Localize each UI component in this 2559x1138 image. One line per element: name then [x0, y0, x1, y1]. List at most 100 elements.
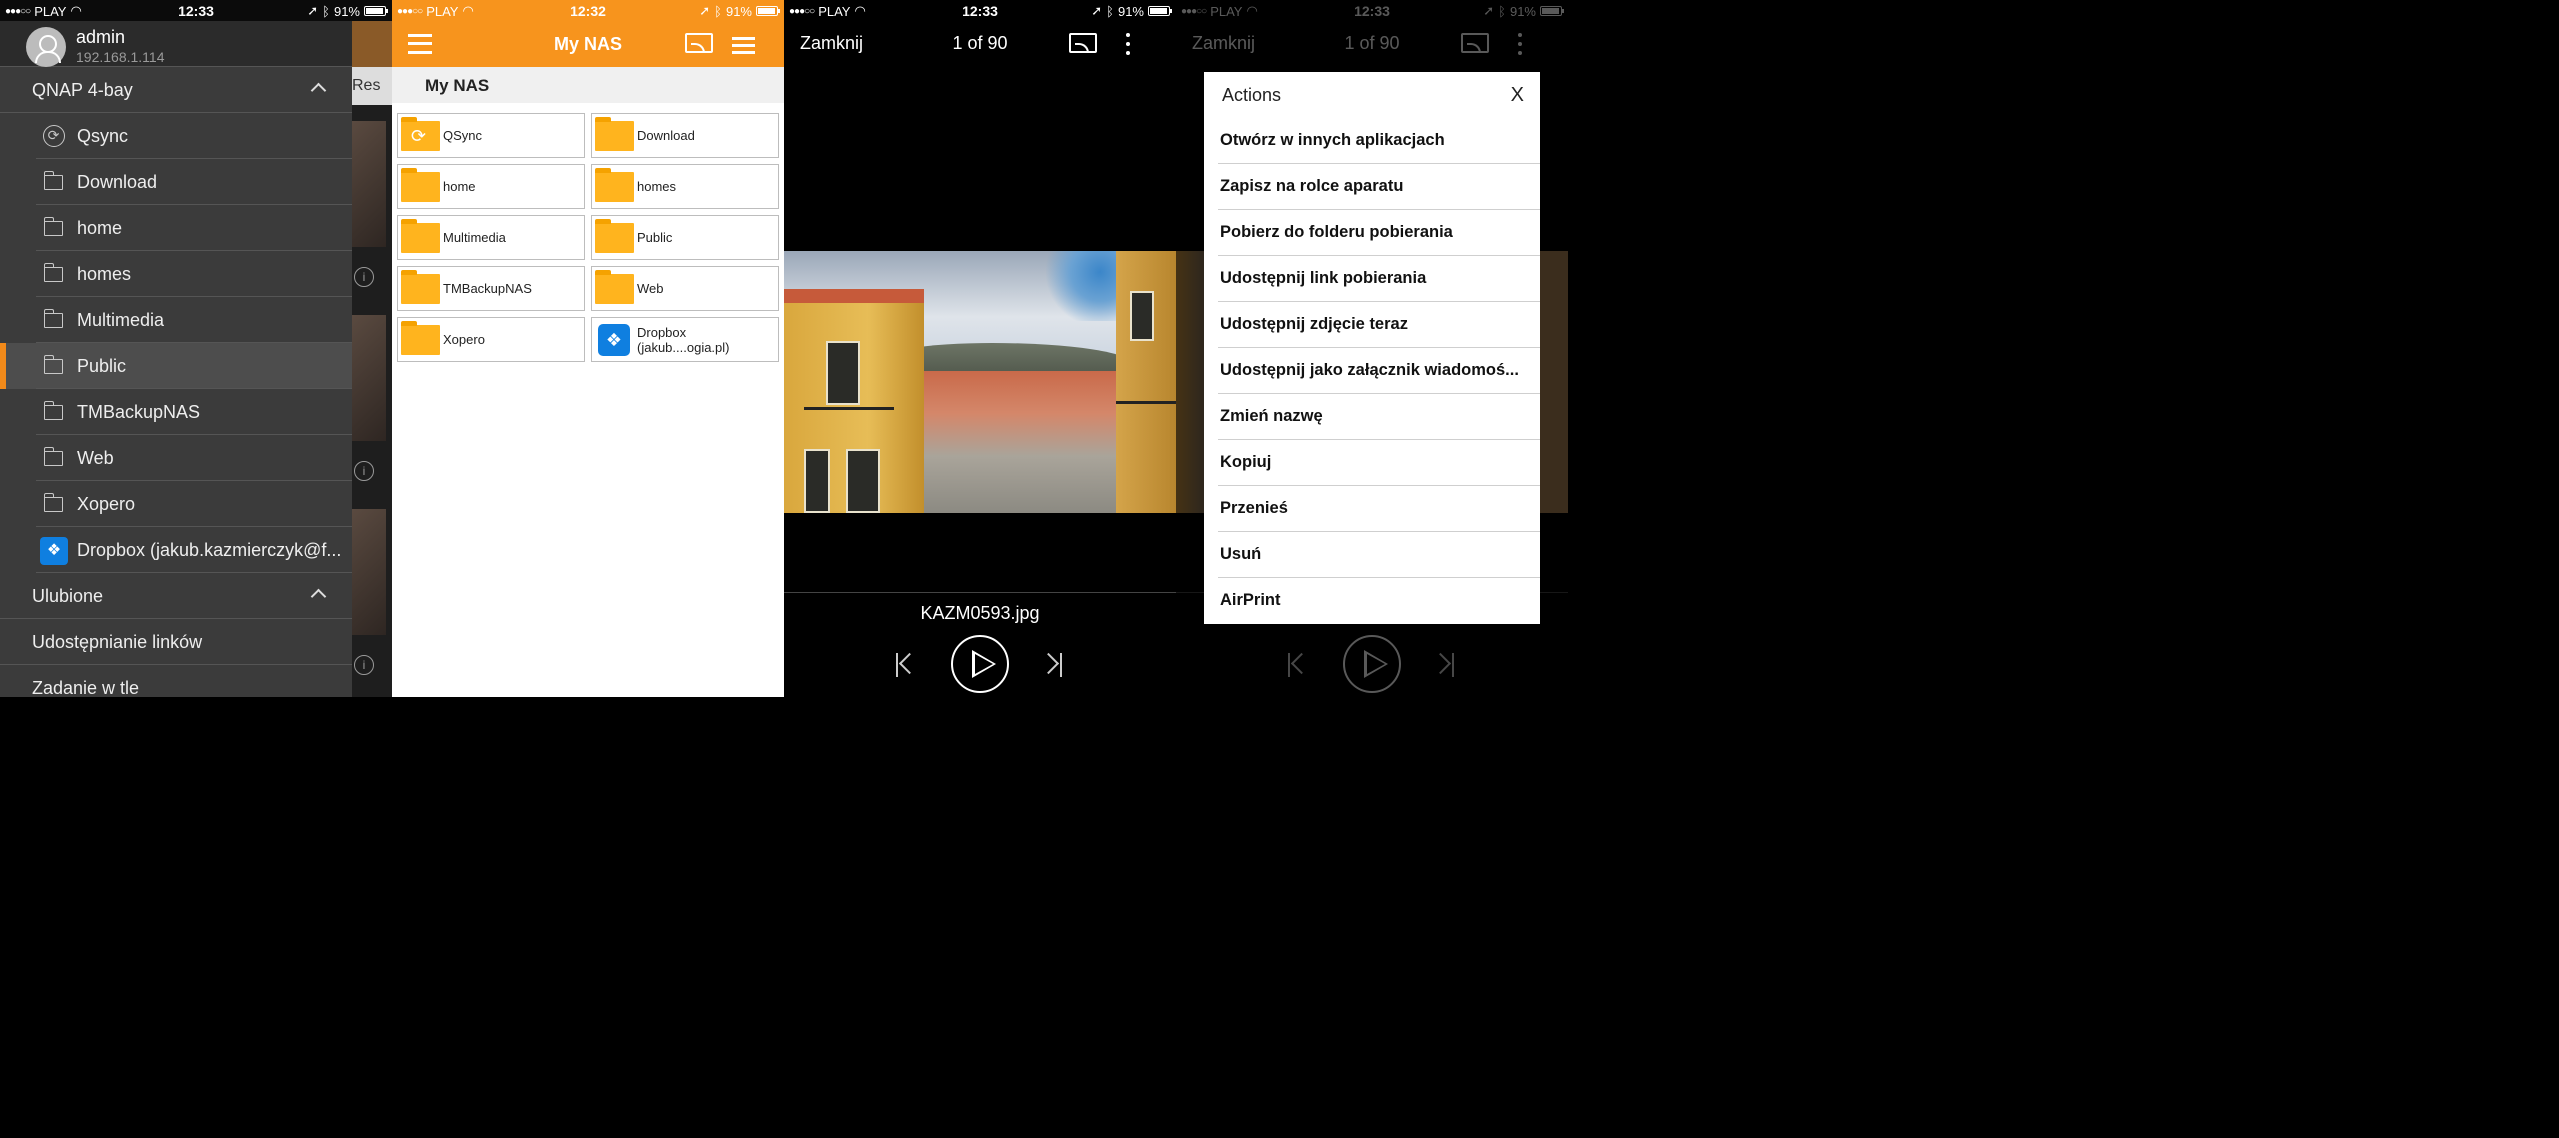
play-icon: [1364, 650, 1388, 678]
section-favorites-label: Ulubione: [32, 586, 104, 606]
background-thumb: [352, 315, 386, 441]
drawer-item-label: Multimedia: [77, 310, 165, 330]
folder-label: QSync: [443, 128, 483, 143]
folder-tile-download[interactable]: Download: [591, 113, 779, 158]
drawer-item-public[interactable]: Public: [0, 343, 352, 389]
folder-tile-web[interactable]: Web: [591, 266, 779, 311]
section-favorites[interactable]: Ulubione: [0, 573, 352, 619]
status-bar: ●●●○○ PLAY ◠ 12:32 ➚ ᛒ 91%: [392, 0, 784, 21]
folder-tile-home[interactable]: home: [397, 164, 585, 209]
folder-icon: [43, 263, 63, 282]
drawer-item-web[interactable]: Web: [0, 435, 352, 481]
previous-icon[interactable]: [896, 653, 916, 677]
nav-bar: My NAS: [392, 21, 784, 67]
folder-icon: [401, 270, 440, 304]
battery-icon: [1540, 6, 1564, 16]
drawer-item-label: Zadanie w tle: [32, 678, 140, 697]
actions-screen: ●●●○○ PLAY ◠ 12:33 ➚ ᛒ 91% Zamknij 1 of 90 A…: [1176, 0, 1568, 697]
play-icon: [972, 650, 996, 678]
drawer-item-qsync[interactable]: Qsync: [0, 113, 352, 159]
action-label: AirPrint: [1220, 591, 1281, 609]
folder-grid: ⟳ QSync Download home homes Multimedia Pu…: [397, 113, 779, 362]
action-label: Otwórz w innych aplikacjach: [1220, 131, 1445, 149]
battery-icon: [364, 6, 388, 16]
action-label: Zmień nazwę: [1220, 407, 1323, 425]
folder-tile-dropbox[interactable]: ❖ Dropbox (jakub....ogia.pl): [591, 317, 779, 362]
user-header[interactable]: admin 192.168.1.114: [0, 21, 352, 67]
action-label: Przenieś: [1220, 499, 1288, 517]
drawer-item-homes[interactable]: homes: [0, 251, 352, 297]
photo-counter: 1 of 90: [1344, 33, 1400, 53]
folder-icon: [43, 309, 63, 328]
info-icon: i: [354, 655, 374, 675]
folder-label: home: [443, 179, 476, 194]
cast-icon[interactable]: [1069, 33, 1097, 53]
list-view-icon[interactable]: [732, 37, 755, 54]
action-share-photo[interactable]: Udostępnij zdjęcie teraz: [1204, 302, 1540, 348]
background-content[interactable]: Res i i i: [352, 21, 392, 697]
nav-drawer: admin 192.168.1.114 QNAP 4-bay Qsync Dow…: [0, 21, 352, 697]
action-label: Udostępnij jako załącznik wiadomoś...: [1220, 361, 1519, 379]
viewer-screen: ●●●○○ PLAY ◠ 12:33 ➚ ᛒ 91% Zamknij 1 of 90 K…: [784, 0, 1176, 697]
photo-counter: 1 of 90: [952, 33, 1008, 53]
action-open-in[interactable]: Otwórz w innych aplikacjach: [1204, 118, 1540, 164]
folder-label: Web: [637, 281, 664, 296]
drawer-item-link-sharing[interactable]: Udostępnianie linków: [0, 619, 352, 665]
drawer-item-label: Qsync: [77, 126, 129, 146]
status-bar: ●●●○○ PLAY ◠ 12:33 ➚ ᛒ 91%: [784, 0, 1176, 21]
folder-tile-tmbackupnas[interactable]: TMBackupNAS: [397, 266, 585, 311]
folder-icon: [595, 117, 634, 151]
action-airprint[interactable]: AirPrint: [1204, 578, 1540, 624]
folder-tile-multimedia[interactable]: Multimedia: [397, 215, 585, 260]
action-share-link[interactable]: Udostępnij link pobierania: [1204, 256, 1540, 302]
page-title: My NAS: [553, 34, 622, 54]
folder-icon: [595, 219, 634, 253]
drawer-item-home[interactable]: home: [0, 205, 352, 251]
drawer-item-label: Public: [77, 356, 127, 376]
more-icon[interactable]: [1126, 33, 1130, 55]
action-share-attachment[interactable]: Udostępnij jako załącznik wiadomoś...: [1204, 348, 1540, 394]
bluetooth-icon: ᛒ: [714, 3, 722, 19]
folder-label: Multimedia: [443, 230, 506, 245]
action-download[interactable]: Pobierz do folderu pobierania: [1204, 210, 1540, 256]
action-copy[interactable]: Kopiuj: [1204, 440, 1540, 486]
bluetooth-icon: ᛒ: [1498, 3, 1506, 19]
photo-image[interactable]: [784, 251, 1176, 513]
cast-icon[interactable]: [685, 33, 713, 53]
drawer-item-background-tasks[interactable]: Zadanie w tle: [0, 665, 352, 697]
drawer-item-label: Dropbox (jakub.kazmierczyk@f...: [77, 540, 342, 560]
folder-tile-homes[interactable]: homes: [591, 164, 779, 209]
background-thumb: [352, 509, 386, 635]
action-save-camera-roll[interactable]: Zapisz na rolce aparatu: [1204, 164, 1540, 210]
drawer-item-multimedia[interactable]: Multimedia: [0, 297, 352, 343]
folder-tile-public[interactable]: Public: [591, 215, 779, 260]
folder-icon: [43, 217, 63, 236]
folder-icon: [595, 168, 634, 202]
more-icon: [1518, 33, 1522, 55]
action-label: Udostępnij zdjęcie teraz: [1220, 315, 1408, 333]
bluetooth-icon: ᛒ: [1106, 3, 1114, 19]
play-button[interactable]: [951, 635, 1009, 693]
drawer-item-label: Udostępnianie linków: [32, 632, 203, 652]
close-icon[interactable]: X: [1511, 84, 1524, 107]
folder-label: TMBackupNAS: [443, 281, 532, 296]
action-delete[interactable]: Usuń: [1204, 532, 1540, 578]
drawer-item-download[interactable]: Download: [0, 159, 352, 205]
folder-icon: [595, 270, 634, 304]
drawer-item-xopero[interactable]: Xopero: [0, 481, 352, 527]
drawer-item-tmbackupnas[interactable]: TMBackupNAS: [0, 389, 352, 435]
folder-icon: [43, 447, 63, 466]
folder-label: Public: [637, 230, 673, 245]
drawer-item-label: homes: [77, 264, 132, 284]
action-rename[interactable]: Zmień nazwę: [1204, 394, 1540, 440]
drawer-item-dropbox[interactable]: ❖ Dropbox (jakub.kazmierczyk@f...: [0, 527, 352, 573]
folder-tile-xopero[interactable]: Xopero: [397, 317, 585, 362]
battery-percent: 91%: [1509, 3, 1536, 19]
section-nas[interactable]: QNAP 4-bay: [0, 67, 352, 113]
chevron-up-icon: [310, 82, 327, 99]
action-move[interactable]: Przenieś: [1204, 486, 1540, 532]
folder-tile-qsync[interactable]: ⟳ QSync: [397, 113, 585, 158]
user-ip: 192.168.1.114: [76, 49, 165, 65]
next-icon[interactable]: [1042, 653, 1062, 677]
folder-icon: [43, 401, 63, 420]
